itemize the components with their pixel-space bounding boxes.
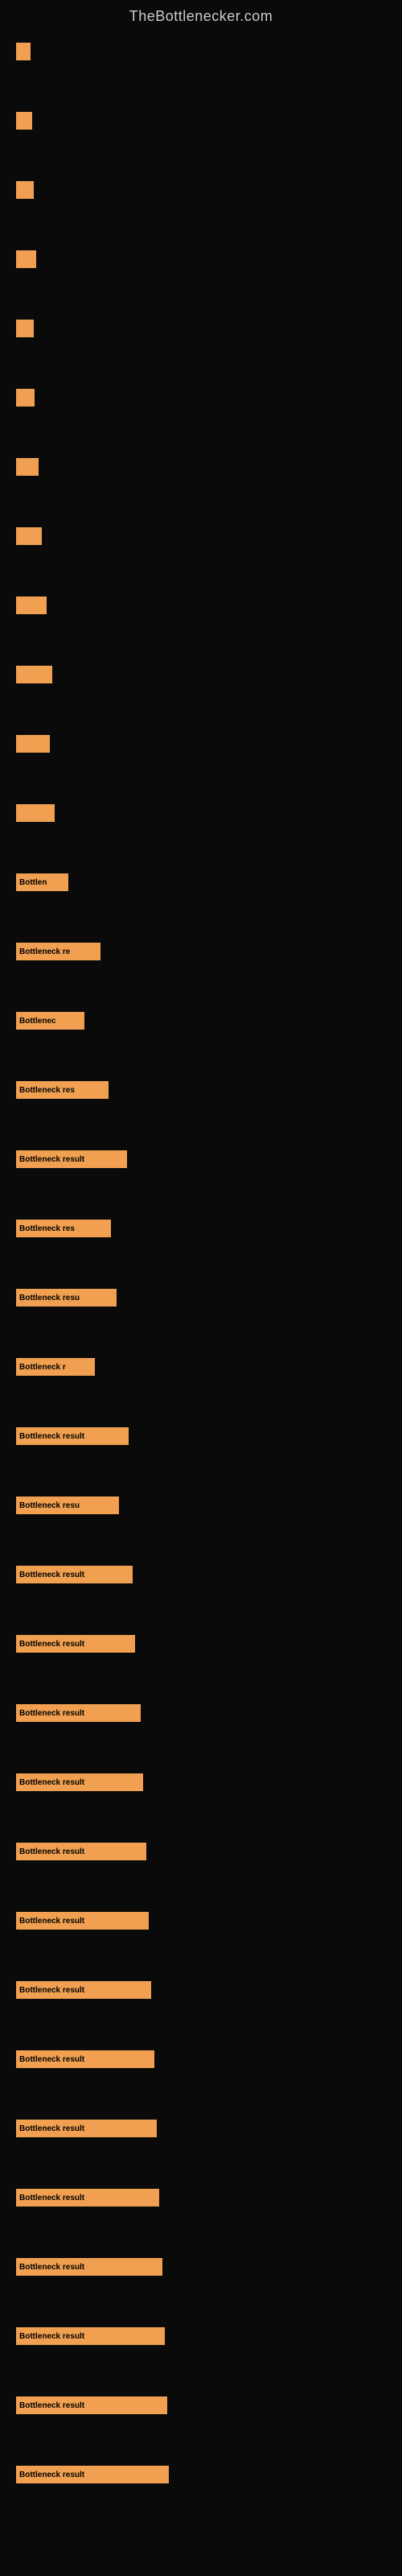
bar-fill [16, 804, 55, 822]
bar-fill-text: Bottleneck result [19, 1847, 84, 1856]
bar-fill-text: Bottleneck res [19, 1086, 75, 1095]
bar-fill: Bottleneck result [16, 1635, 135, 1653]
bar-fill-text: Bottleneck result [19, 1640, 84, 1649]
bar-fill-text: Bottleneck result [19, 1571, 84, 1579]
bar-fill: Bottleneck res [16, 1081, 109, 1099]
bar-fill: Bottleneck result [16, 1981, 151, 1999]
bar-row [16, 595, 386, 616]
bar-fill [16, 320, 34, 337]
bar-fill: Bottleneck result [16, 1427, 129, 1445]
bar-row [16, 110, 386, 131]
bar-row [16, 318, 386, 339]
bar-row [16, 456, 386, 477]
bar-fill-text: Bottleneck res [19, 1224, 75, 1233]
bar-fill-text: Bottleneck re [19, 947, 70, 956]
bar-fill-text: Bottleneck result [19, 2332, 84, 2341]
site-title: TheBottlenecker.com [0, 0, 402, 29]
bar-row: Bottleneck result [16, 1149, 386, 1170]
bar-fill [16, 666, 52, 683]
bar-fill-text: Bottlenec [19, 1017, 56, 1026]
bar-fill [16, 181, 34, 199]
bar-fill: Bottleneck re [16, 943, 100, 960]
chart-area: Bottlen Bottleneck re Bottlenec Bottleneck … [0, 29, 402, 2549]
bar-row [16, 387, 386, 408]
bar-fill: Bottleneck res [16, 1220, 111, 1237]
bar-row [16, 249, 386, 270]
bar-row: Bottleneck result [16, 2049, 386, 2070]
bar-row: Bottleneck result [16, 2256, 386, 2277]
bar-fill: Bottlenec [16, 1012, 84, 1030]
bar-fill-text: Bottleneck result [19, 2401, 84, 2410]
bar-fill: Bottleneck result [16, 1150, 127, 1168]
bar-row: Bottleneck result [16, 1426, 386, 1447]
bar-fill-text: Bottleneck result [19, 2263, 84, 2272]
bar-fill-text: Bottleneck resu [19, 1501, 80, 1510]
bar-fill-text: Bottleneck result [19, 2055, 84, 2064]
bar-fill [16, 250, 36, 268]
bar-row [16, 180, 386, 200]
bar-row: Bottleneck result [16, 2464, 386, 2485]
bar-fill: Bottleneck resu [16, 1289, 117, 1307]
bar-row [16, 664, 386, 685]
bar-row: Bottleneck res [16, 1080, 386, 1100]
bar-fill: Bottleneck result [16, 2189, 159, 2207]
bar-fill-text: Bottleneck result [19, 1986, 84, 1995]
bar-fill [16, 43, 31, 60]
bar-row: Bottleneck result [16, 2395, 386, 2416]
bar-fill: Bottleneck result [16, 2050, 154, 2068]
bar-row: Bottleneck resu [16, 1287, 386, 1308]
bar-fill: Bottlen [16, 873, 68, 891]
bar-fill-text: Bottlen [19, 878, 47, 887]
bar-row [16, 526, 386, 547]
bar-row: Bottleneck result [16, 1633, 386, 1654]
bar-row: Bottleneck result [16, 1703, 386, 1724]
bar-row: Bottleneck r [16, 1356, 386, 1377]
bar-fill-text: Bottleneck result [19, 1709, 84, 1718]
bar-row: Bottleneck result [16, 1910, 386, 1931]
bar-row: Bottleneck result [16, 1841, 386, 1862]
bar-fill [16, 527, 42, 545]
bar-fill [16, 735, 50, 753]
bar-row: Bottleneck result [16, 2118, 386, 2139]
bar-fill: Bottleneck result [16, 1843, 146, 1860]
bar-row: Bottleneck resu [16, 1495, 386, 1516]
bar-row: Bottleneck result [16, 1564, 386, 1585]
bar-fill-text: Bottleneck result [19, 1432, 84, 1441]
bar-row: Bottleneck result [16, 2326, 386, 2347]
bar-fill: Bottleneck result [16, 1773, 143, 1791]
bar-fill [16, 112, 32, 130]
bar-fill: Bottleneck r [16, 1358, 95, 1376]
bar-fill [16, 389, 35, 407]
bar-fill: Bottleneck resu [16, 1496, 119, 1514]
bar-fill: Bottleneck result [16, 1704, 141, 1722]
bar-row [16, 41, 386, 62]
bar-row [16, 733, 386, 754]
bar-fill: Bottleneck result [16, 2327, 165, 2345]
bar-fill: Bottleneck result [16, 1566, 133, 1583]
bar-fill-text: Bottleneck result [19, 2124, 84, 2133]
bar-row: Bottlenec [16, 1010, 386, 1031]
bar-fill-text: Bottleneck r [19, 1363, 66, 1372]
bar-fill-text: Bottleneck result [19, 2194, 84, 2202]
bar-row: Bottlen [16, 872, 386, 893]
bar-row: Bottleneck re [16, 941, 386, 962]
bar-fill: Bottleneck result [16, 1912, 149, 1930]
bar-fill: Bottleneck result [16, 2258, 162, 2276]
bar-fill-text: Bottleneck result [19, 1155, 84, 1164]
bar-fill [16, 597, 47, 614]
bar-fill: Bottleneck result [16, 2120, 157, 2137]
bar-row: Bottleneck result [16, 1772, 386, 1793]
bar-fill-text: Bottleneck result [19, 1917, 84, 1926]
bar-fill: Bottleneck result [16, 2466, 169, 2483]
bar-fill-text: Bottleneck result [19, 2471, 84, 2479]
bar-fill [16, 458, 39, 476]
bar-row: Bottleneck result [16, 2187, 386, 2208]
bar-fill-text: Bottleneck resu [19, 1294, 80, 1302]
bar-row: Bottleneck res [16, 1218, 386, 1239]
bar-fill-text: Bottleneck result [19, 1778, 84, 1787]
bar-row [16, 803, 386, 824]
bar-fill: Bottleneck result [16, 2396, 167, 2414]
bar-row: Bottleneck result [16, 1979, 386, 2000]
